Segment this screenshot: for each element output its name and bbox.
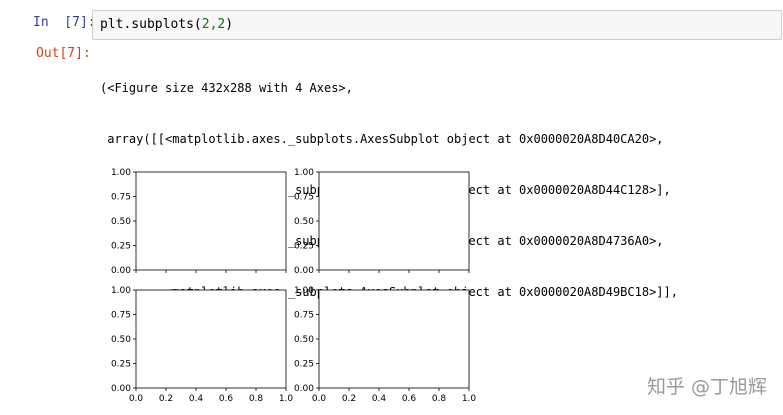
y-tick-label: 0.75	[294, 193, 314, 203]
x-tick-label: 0.6	[219, 394, 234, 404]
output-line: (<Figure size 432x288 with 4 Axes>,	[100, 81, 353, 95]
y-tick-label: 1.00	[111, 168, 131, 178]
x-tick-label: 0.2	[342, 394, 356, 404]
y-tick-label: 0.00	[294, 266, 314, 276]
figure-svg: 0.000.250.500.751.000.000.250.500.751.00…	[111, 168, 476, 404]
y-tick-label: 0.50	[294, 335, 314, 345]
axes-frame	[318, 289, 470, 389]
code-input-area[interactable]: plt.subplots(2,2)	[92, 10, 782, 40]
y-tick-label: 0.25	[294, 360, 314, 370]
code-text[interactable]: plt.subplots(2,2)	[100, 17, 233, 33]
x-tick-label: 1.0	[462, 394, 477, 404]
y-tick-label: 1.00	[294, 168, 314, 178]
axes-frame	[135, 171, 287, 271]
x-tick-label: 0.6	[402, 394, 417, 404]
code-args: 2,2	[201, 17, 226, 32]
y-tick-label: 1.00	[111, 286, 131, 296]
code-prefix: plt.subplots(	[100, 17, 202, 32]
axes-frame	[135, 289, 287, 389]
x-tick-label: 0.4	[372, 394, 387, 404]
x-tick-label: 0.8	[432, 394, 447, 404]
x-tick-label: 0.0	[312, 394, 327, 404]
y-tick-label: 0.75	[294, 311, 314, 321]
x-tick-label: 0.4	[189, 394, 204, 404]
output-line: array([[<matplotlib.axes._subplots.AxesS…	[100, 132, 664, 146]
y-tick-label: 0.25	[294, 242, 314, 252]
y-tick-label: 0.00	[111, 384, 131, 394]
axes-frame	[318, 171, 470, 271]
y-tick-label: 0.50	[111, 335, 131, 345]
subplot-axes: 0.00 0.25 0.50 0.75 1.00	[294, 168, 470, 276]
y-tick-label: 0.75	[111, 311, 131, 321]
watermark: 知乎 @丁旭辉	[646, 376, 767, 398]
subplots-figure: 0.00 0.25 0.50 0.75 1.00 0.00 0.25 0.50 0.75 1.00…	[100, 160, 480, 410]
y-tick-label: 0.75	[111, 193, 131, 203]
input-prompt: In [7]:	[33, 15, 96, 30]
output-prompt: Out[7]:	[36, 46, 91, 61]
y-tick-label: 1.00	[294, 286, 314, 296]
y-tick-label: 0.00	[111, 266, 131, 276]
subplot-axes: 0.00 0.25 0.50 0.75 1.00 0.0 0.2 0.4 0.6 0.8 1.0	[111, 286, 293, 404]
x-tick-label: 0.2	[159, 394, 173, 404]
code-suffix: )	[225, 17, 234, 32]
x-tick-label: 0.8	[249, 394, 264, 404]
y-tick-label: 0.50	[294, 217, 314, 227]
y-tick-label: 0.25	[111, 242, 131, 252]
x-tick-label: 0.0	[129, 394, 144, 404]
x-tick-label: 1.0	[279, 394, 294, 404]
y-tick-label: 0.50	[111, 217, 131, 227]
subplot-axes: 0.00 0.25 0.50 0.75 1.00	[111, 168, 287, 276]
subplot-axes: 0.00 0.25 0.50 0.75 1.00 0.0 0.2 0.4 0.6 0.8 1.0	[294, 286, 476, 404]
y-tick-label: 0.00	[294, 384, 314, 394]
y-tick-label: 0.25	[111, 360, 131, 370]
